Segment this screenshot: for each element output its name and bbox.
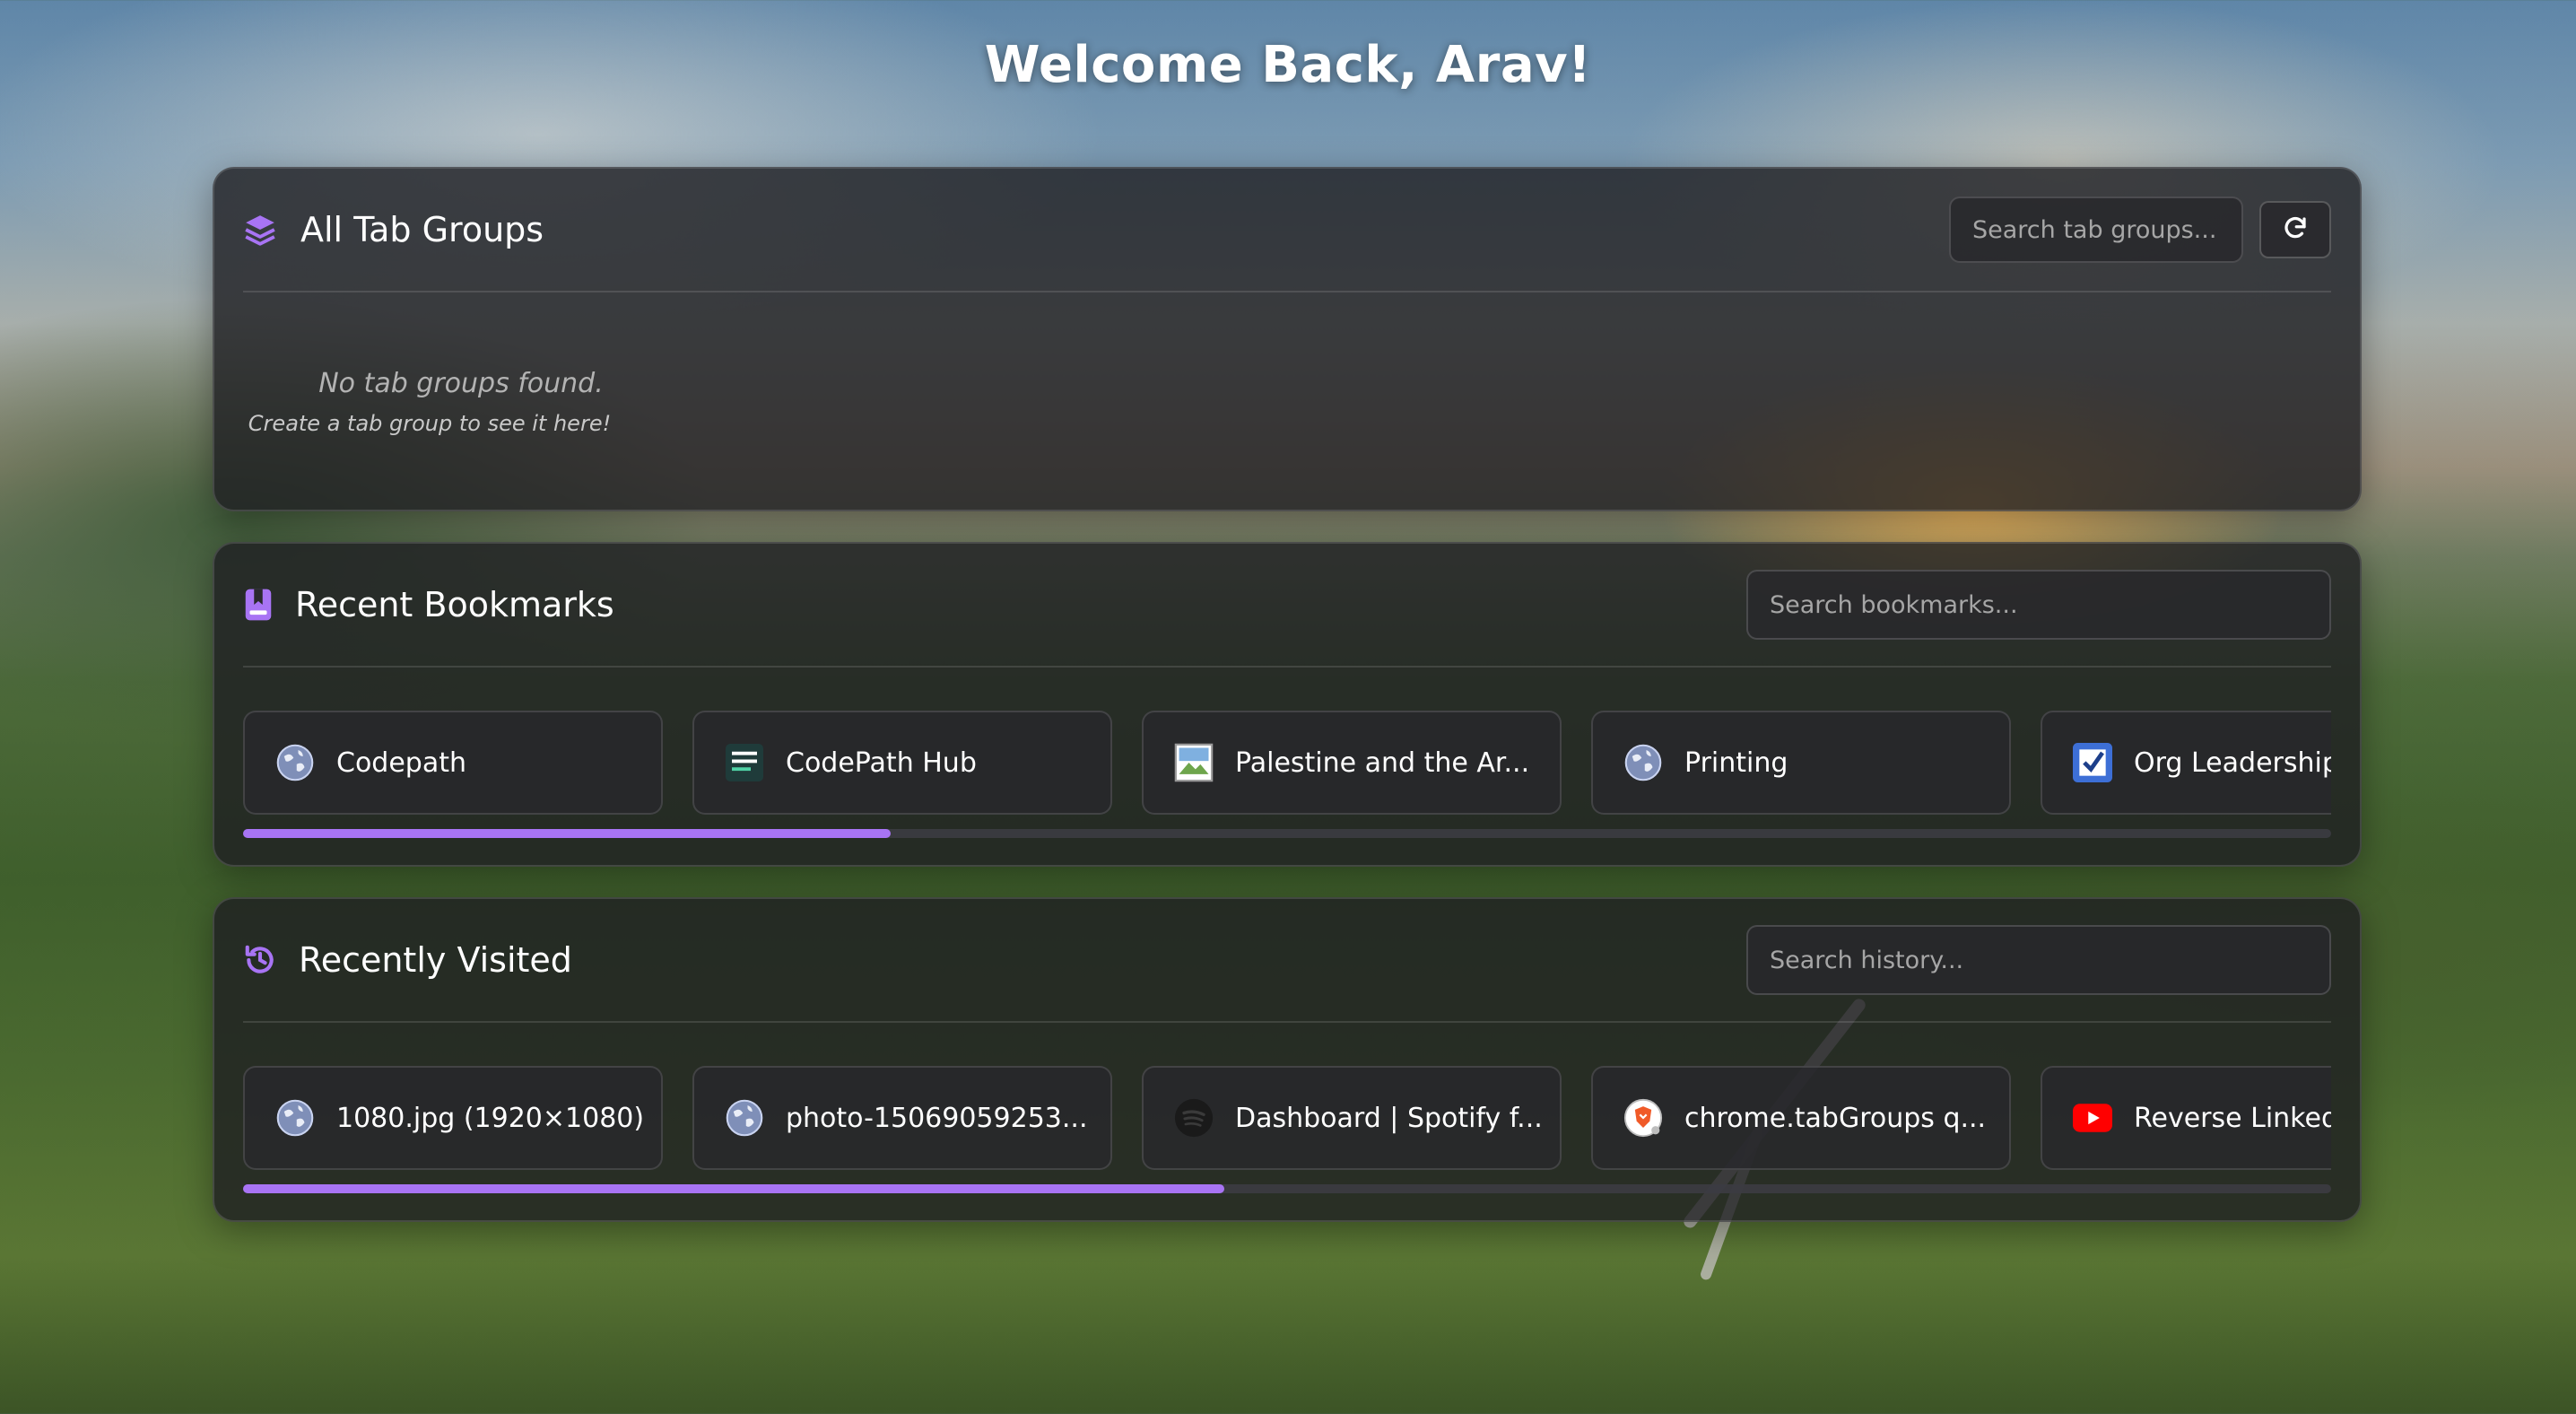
- bookmarks-scrollbar[interactable]: [243, 829, 2331, 838]
- bookmarks-scrollbar-thumb[interactable]: [243, 829, 891, 838]
- globe-icon: [725, 1098, 764, 1138]
- tab-groups-header: All Tab Groups: [243, 169, 2331, 292]
- globe-icon: [1623, 743, 1663, 782]
- bookmark-label: CodePath Hub: [786, 746, 977, 779]
- history-panel: Recently Visited 1080.jpg (1920×1080): [213, 897, 2362, 1222]
- history-header: Recently Visited: [243, 899, 2331, 1023]
- spotify-icon: [1174, 1098, 1214, 1138]
- bookmark-card[interactable]: Palestine and the Ar...: [1142, 711, 1562, 815]
- bookmark-label: Printing: [1684, 746, 1788, 779]
- history-search-input[interactable]: [1746, 925, 2331, 995]
- history-card[interactable]: chrome.tabGroups q...: [1591, 1066, 2011, 1170]
- refresh-icon: [2282, 214, 2309, 245]
- history-label: 1080.jpg (1920×1080): [336, 1102, 645, 1134]
- empty-state-title: No tab groups found.: [318, 368, 604, 399]
- bookmarks-panel: Recent Bookmarks Codepath: [213, 542, 2362, 867]
- history-card[interactable]: photo-15069059253...: [692, 1066, 1112, 1170]
- layers-icon: [243, 213, 277, 247]
- history-card[interactable]: Dashboard | Spotify f...: [1142, 1066, 1562, 1170]
- bookmark-card[interactable]: Codepath: [243, 711, 663, 815]
- tab-groups-title: All Tab Groups: [300, 210, 544, 249]
- history-scrollbar-thumb[interactable]: [243, 1184, 1225, 1193]
- bookmark-label: Palestine and the Ar...: [1235, 746, 1530, 779]
- checkbox-logo-icon: [2073, 743, 2112, 782]
- history-label: Dashboard | Spotify f...: [1235, 1102, 1543, 1134]
- bookmark-card[interactable]: Printing: [1591, 711, 2011, 815]
- codepath-logo-icon: [725, 743, 764, 782]
- history-scrollbar[interactable]: [243, 1184, 2331, 1193]
- bookmark-card[interactable]: Org Leadership: [2041, 711, 2331, 815]
- history-controls: [1746, 925, 2331, 995]
- bookmarks-header: Recent Bookmarks: [243, 544, 2331, 668]
- tab-groups-panel: All Tab Groups No tab groups found. Crea…: [213, 167, 2362, 511]
- tab-groups-search-input[interactable]: [1949, 196, 2243, 263]
- history-card[interactable]: Reverse Linked L: [2041, 1066, 2331, 1170]
- bookmark-icon: [243, 588, 277, 622]
- broken-image-icon: [1174, 743, 1214, 782]
- bookmarks-title: Recent Bookmarks: [295, 585, 614, 624]
- history-card[interactable]: 1080.jpg (1920×1080): [243, 1066, 663, 1170]
- history-title: Recently Visited: [299, 940, 572, 980]
- history-label: chrome.tabGroups q...: [1684, 1102, 1987, 1134]
- bookmark-label: Codepath: [336, 746, 467, 779]
- brave-icon: [1623, 1098, 1663, 1138]
- history-label: Reverse Linked L: [2134, 1102, 2331, 1134]
- refresh-button[interactable]: [2259, 201, 2331, 258]
- welcome-heading: Welcome Back, Arav!: [984, 36, 1592, 94]
- globe-icon: [275, 743, 315, 782]
- history-list: 1080.jpg (1920×1080) photo-15069059253..…: [243, 1066, 2331, 1170]
- bookmarks-list: Codepath CodePath Hub Palestine and the …: [243, 711, 2331, 815]
- bookmark-card[interactable]: CodePath Hub: [692, 711, 1112, 815]
- history-icon: [243, 943, 277, 977]
- bookmark-label: Org Leadership: [2134, 746, 2331, 779]
- globe-icon: [275, 1098, 315, 1138]
- history-label: photo-15069059253...: [786, 1102, 1088, 1134]
- bookmarks-search-input[interactable]: [1746, 570, 2331, 640]
- bookmarks-controls: [1746, 570, 2331, 640]
- tab-groups-controls: [1949, 196, 2331, 263]
- youtube-icon: [2073, 1098, 2112, 1138]
- empty-state-subtitle: Create a tab group to see it here!: [248, 411, 612, 436]
